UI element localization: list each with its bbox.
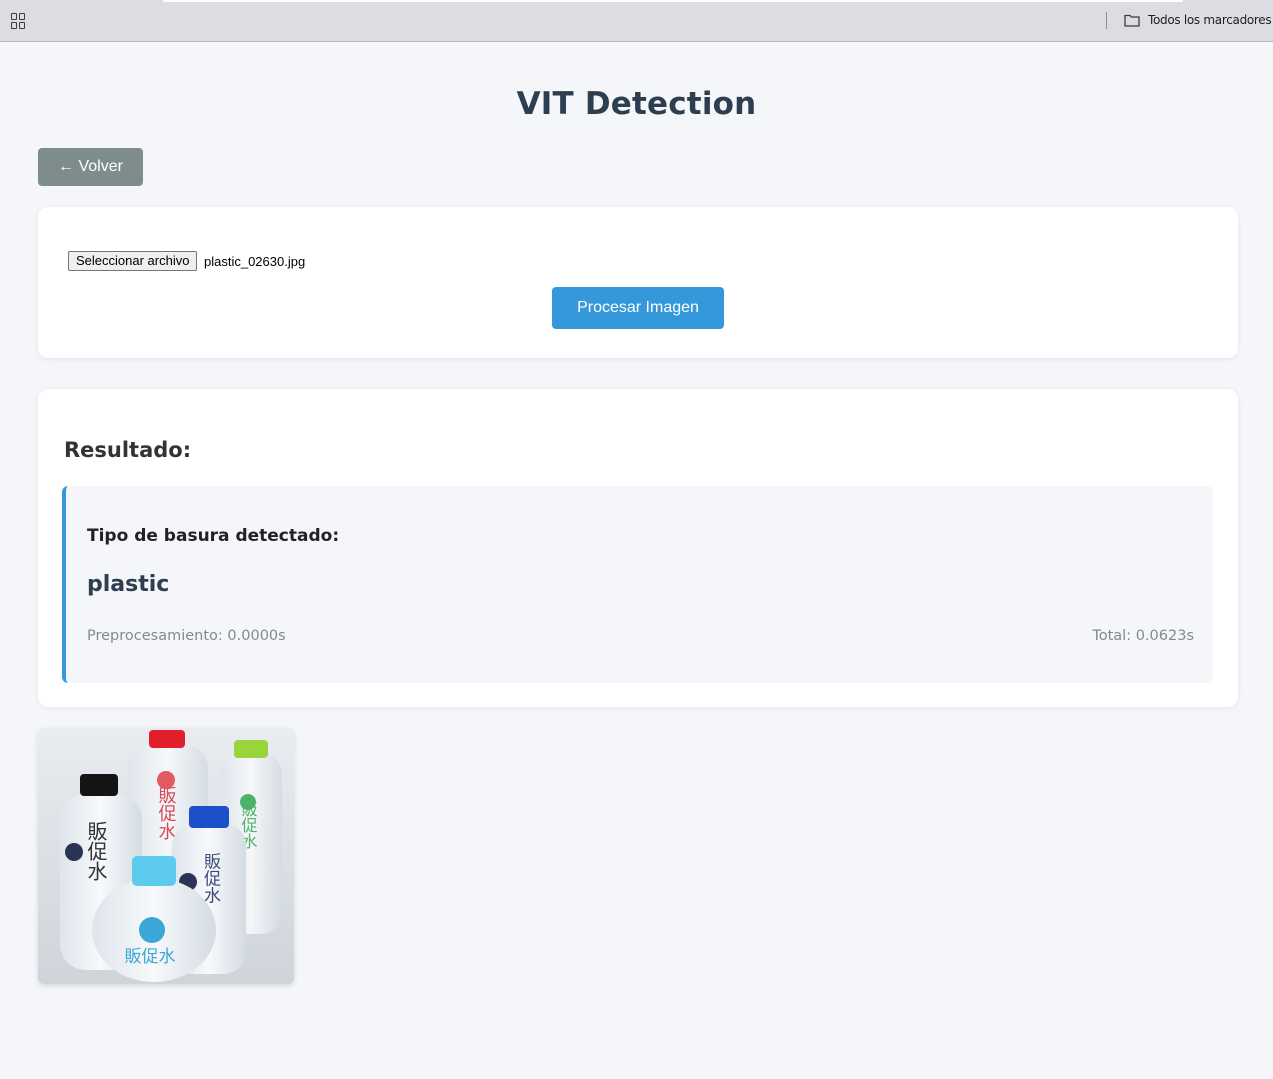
selected-file-name: plastic_02630.jpg [204,254,306,269]
page-title: VIT Detection [516,86,757,122]
process-image-button[interactable]: Procesar Imagen [552,287,724,329]
plastic-bottles-image: 販促水 販促水 販促水 販促水 販促水 [38,728,294,984]
apps-grid-icon[interactable] [11,13,27,29]
result-box: Tipo de basura detectado: plastic Prepro… [62,486,1213,683]
result-heading: Resultado: [64,438,192,462]
tab-edge [163,0,1183,2]
upload-card: Seleccionar archivo plastic_02630.jpg Pr… [38,207,1238,358]
all-bookmarks-link[interactable]: Todos los marcadores [1148,13,1272,27]
browser-bookmarks-bar: Todos los marcadores [0,0,1273,42]
detected-type-label: Tipo de basura detectado: [87,526,340,546]
detected-class: plastic [87,572,170,597]
bookmarks-separator [1106,12,1107,29]
uploaded-image: 販促水 販促水 販促水 販促水 販促水 [38,728,294,984]
preprocessing-time: Preprocesamiento: 0.0000s [87,628,286,644]
total-time: Total: 0.0623s [1092,628,1194,644]
result-card: Resultado: Tipo de basura detectado: pla… [38,389,1238,707]
svg-text:販促水: 販促水 [84,821,108,881]
folder-icon [1124,14,1140,27]
choose-file-button[interactable]: Seleccionar archivo [68,251,198,271]
svg-text:販促水: 販促水 [156,786,177,840]
back-button[interactable]: ← Volver [38,148,143,186]
svg-text:販促水: 販促水 [200,852,221,903]
bottle-label: 販促水 [125,947,176,967]
